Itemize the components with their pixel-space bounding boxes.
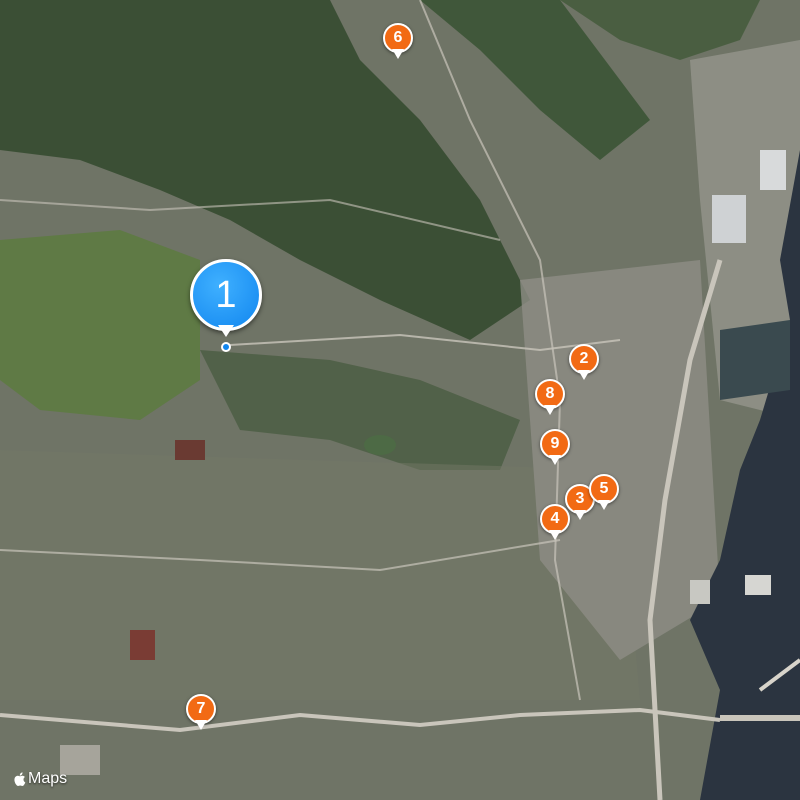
- pin-label: 1: [190, 259, 262, 331]
- satellite-map[interactable]: [0, 0, 800, 800]
- map-pin-1[interactable]: 1: [190, 259, 262, 337]
- map-pin-9[interactable]: 9: [540, 429, 570, 465]
- map-pin-7[interactable]: 7: [186, 694, 216, 730]
- pin-tail: [544, 405, 556, 415]
- maps-label: Maps: [28, 770, 68, 787]
- current-location-dot: [221, 342, 231, 352]
- pin-tail: [549, 530, 561, 540]
- pin-tail: [574, 510, 586, 520]
- pin-tail: [598, 500, 610, 510]
- pin-tail: [392, 49, 404, 59]
- maps-attribution[interactable]: Maps: [12, 770, 67, 788]
- pin-tail: [218, 325, 234, 337]
- pin-tail: [195, 720, 207, 730]
- pin-tail: [549, 455, 561, 465]
- map-pin-8[interactable]: 8: [535, 379, 565, 415]
- map-pin-6[interactable]: 6: [383, 23, 413, 59]
- map-pin-2[interactable]: 2: [569, 344, 599, 380]
- apple-logo-icon: [14, 772, 26, 786]
- pin-tail: [578, 370, 590, 380]
- map-pin-4[interactable]: 4: [540, 504, 570, 540]
- map-pin-5[interactable]: 5: [589, 474, 619, 510]
